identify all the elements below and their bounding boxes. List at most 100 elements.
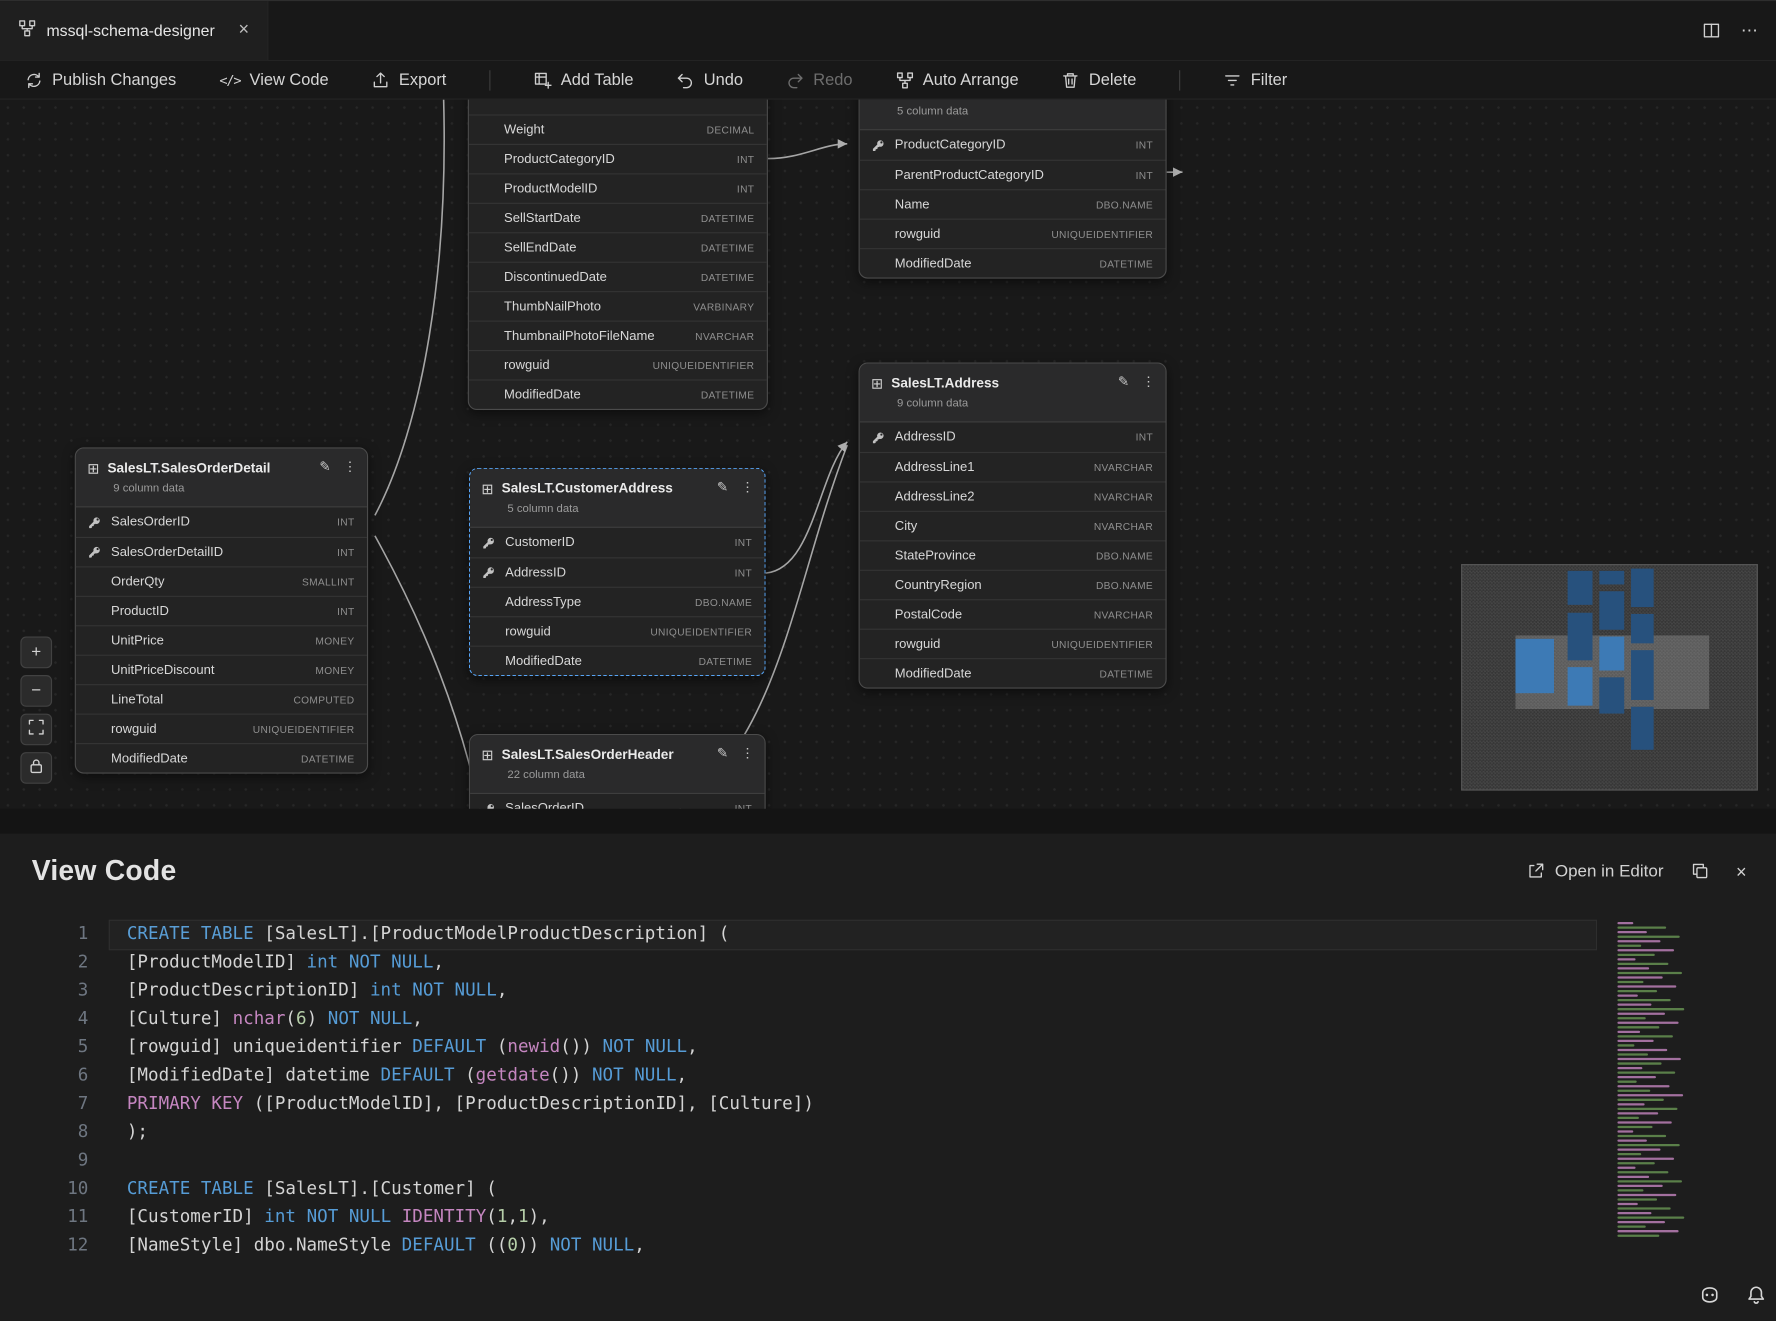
- open-in-editor-button[interactable]: Open in Editor: [1527, 861, 1664, 880]
- lock-canvas-button[interactable]: [20, 752, 52, 784]
- fit-view-button[interactable]: [20, 714, 52, 746]
- code-line[interactable]: 8);: [0, 1118, 1776, 1146]
- toolbar-button-add-table[interactable]: Add Table: [534, 71, 634, 89]
- edit-table-icon[interactable]: ✎: [717, 479, 728, 495]
- more-actions-icon[interactable]: ⋯: [1741, 20, 1758, 40]
- code-minimap[interactable]: [1613, 920, 1688, 1255]
- code-line[interactable]: 3[ProductDescriptionID] int NOT NULL,: [0, 976, 1776, 1004]
- table-card-sales-order-header[interactable]: ⊞SalesLT.SalesOrderHeader✎⋮22 column dat…: [469, 734, 766, 809]
- table-column-row[interactable]: SalesOrderIDINT: [76, 507, 367, 536]
- toolbar-button-publish-changes[interactable]: Publish Changes: [25, 71, 176, 89]
- table-card-customer-address[interactable]: ⊞SalesLT.CustomerAddress✎⋮5 column dataC…: [469, 468, 766, 676]
- code-line[interactable]: 2[ProductModelID] int NOT NULL,: [0, 948, 1776, 976]
- close-panel-icon[interactable]: ×: [1736, 860, 1747, 882]
- table-column-row[interactable]: ProductCategoryIDINT: [469, 144, 767, 173]
- table-column-row[interactable]: rowguidUNIQUEIDENTIFIER: [860, 219, 1166, 248]
- table-column-row[interactable]: SellStartDateDATETIME: [469, 203, 767, 232]
- code-line[interactable]: 10CREATE TABLE [SalesLT].[Customer] (: [0, 1175, 1776, 1203]
- table-column-row[interactable]: ModifiedDateDATETIME: [860, 658, 1166, 687]
- table-card-product-category[interactable]: ⊞✎⋮5 column dataProductCategoryIDINTPare…: [859, 100, 1167, 279]
- table-column-row[interactable]: SellEndDateDATETIME: [469, 232, 767, 261]
- edit-table-icon[interactable]: ✎: [319, 459, 330, 475]
- copilot-icon[interactable]: [1699, 1284, 1721, 1306]
- table-title: SalesLT.SalesOrderDetail: [107, 460, 270, 476]
- table-column-row[interactable]: AddressLine1NVARCHAR: [860, 452, 1166, 481]
- tab-mssql-schema-designer[interactable]: mssql-schema-designer ×: [0, 1, 268, 60]
- table-card-sales-order-detail[interactable]: ⊞SalesLT.SalesOrderDetail✎⋮9 column data…: [75, 447, 368, 773]
- column-name: AddressID: [505, 566, 734, 580]
- table-column-row[interactable]: OrderQtySMALLINT: [76, 566, 367, 595]
- table-menu-icon[interactable]: ⋮: [1142, 374, 1156, 390]
- table-column-row[interactable]: ProductIDINT: [76, 596, 367, 625]
- code-minimap-line: [1617, 1040, 1653, 1042]
- panel-sash[interactable]: [0, 809, 1776, 834]
- table-menu-icon[interactable]: ⋮: [741, 479, 755, 495]
- code-line[interactable]: 7PRIMARY KEY ([ProductModelID], [Product…: [0, 1090, 1776, 1118]
- table-column-row[interactable]: AddressIDINT: [470, 557, 764, 586]
- code-line[interactable]: 4[Culture] nchar(6) NOT NULL,: [0, 1005, 1776, 1033]
- minimap[interactable]: [1461, 564, 1758, 791]
- table-column-row[interactable]: ModifiedDateDATETIME: [469, 379, 767, 408]
- zoom-out-button[interactable]: −: [20, 675, 52, 707]
- zoom-in-button[interactable]: +: [20, 637, 52, 669]
- table-column-row[interactable]: ProductCategoryIDINT: [860, 130, 1166, 159]
- table-column-row[interactable]: ModifiedDateDATETIME: [470, 646, 764, 675]
- table-column-row[interactable]: AddressIDINT: [860, 422, 1166, 451]
- table-column-row[interactable]: ParentProductCategoryIDINT: [860, 160, 1166, 189]
- table-column-row[interactable]: CountryRegionDBO.NAME: [860, 570, 1166, 599]
- code-line[interactable]: 9: [0, 1146, 1776, 1174]
- table-column-row[interactable]: ThumbNailPhotoVARBINARY: [469, 291, 767, 320]
- table-column-row[interactable]: SalesOrderDetailIDINT: [76, 537, 367, 566]
- table-card-product[interactable]: WeightDECIMALProductCategoryIDINTProduct…: [468, 100, 768, 410]
- table-menu-icon[interactable]: ⋮: [343, 459, 357, 475]
- code-line[interactable]: 6[ModifiedDate] datetime DEFAULT (getdat…: [0, 1061, 1776, 1089]
- table-column-row[interactable]: ModifiedDateDATETIME: [860, 248, 1166, 277]
- table-column-row[interactable]: rowguidUNIQUEIDENTIFIER: [469, 350, 767, 379]
- table-column-row[interactable]: rowguidUNIQUEIDENTIFIER: [470, 616, 764, 645]
- table-column-row[interactable]: ModifiedDateDATETIME: [76, 743, 367, 772]
- table-column-row[interactable]: AddressTypeDBO.NAME: [470, 587, 764, 616]
- table-column-row[interactable]: ThumbnailPhotoFileNameNVARCHAR: [469, 321, 767, 350]
- table-column-row[interactable]: WeightDECIMAL: [469, 114, 767, 143]
- code-line[interactable]: 1CREATE TABLE [SalesLT].[ProductModelPro…: [0, 920, 1776, 948]
- tab-close-icon[interactable]: ×: [239, 22, 250, 40]
- table-column-row[interactable]: CustomerIDINT: [470, 528, 764, 557]
- table-column-row[interactable]: AddressLine2NVARCHAR: [860, 481, 1166, 510]
- table-column-row[interactable]: StateProvinceDBO.NAME: [860, 540, 1166, 569]
- table-icon: ⊞: [87, 460, 99, 475]
- table-menu-icon[interactable]: ⋮: [741, 745, 755, 761]
- toolbar-button-export[interactable]: Export: [372, 71, 447, 89]
- code-editor[interactable]: 1CREATE TABLE [SalesLT].[ProductModelPro…: [0, 897, 1776, 1259]
- code-line[interactable]: 5[rowguid] uniqueidentifier DEFAULT (new…: [0, 1033, 1776, 1061]
- table-column-row[interactable]: DiscontinuedDateDATETIME: [469, 262, 767, 291]
- toolbar-button-view-code[interactable]: </>View Code: [219, 71, 328, 89]
- code-line[interactable]: 12[NameStyle] dbo.NameStyle DEFAULT ((0)…: [0, 1231, 1776, 1259]
- table-card-address[interactable]: ⊞SalesLT.Address✎⋮9 column dataAddressID…: [859, 362, 1167, 688]
- toolbar-button-auto-arrange[interactable]: Auto Arrange: [896, 71, 1019, 89]
- column-name: UnitPriceDiscount: [111, 663, 315, 677]
- table-column-row[interactable]: UnitPriceDiscountMONEY: [76, 655, 367, 684]
- code-line[interactable]: 11[CustomerID] int NOT NULL IDENTITY(1,1…: [0, 1203, 1776, 1231]
- toolbar-button-redo[interactable]: Redo: [786, 71, 852, 89]
- edit-table-icon[interactable]: ✎: [1118, 374, 1129, 390]
- copy-icon[interactable]: [1691, 862, 1709, 880]
- table-column-row[interactable]: rowguidUNIQUEIDENTIFIER: [76, 714, 367, 743]
- edit-table-icon[interactable]: ✎: [717, 745, 728, 761]
- table-column-row[interactable]: PostalCodeNVARCHAR: [860, 599, 1166, 628]
- table-column-row[interactable]: LineTotalCOMPUTED: [76, 684, 367, 713]
- table-column-row[interactable]: UnitPriceMONEY: [76, 625, 367, 654]
- code-minimap-line: [1617, 1094, 1683, 1096]
- diagram-canvas[interactable]: WeightDECIMALProductCategoryIDINTProduct…: [0, 100, 1776, 809]
- bell-icon[interactable]: [1745, 1284, 1767, 1306]
- table-column-row[interactable]: ProductModelIDINT: [469, 173, 767, 202]
- toolbar-button-delete[interactable]: Delete: [1062, 71, 1137, 89]
- table-column-row[interactable]: NameDBO.NAME: [860, 189, 1166, 218]
- table-column-row[interactable]: rowguidUNIQUEIDENTIFIER: [860, 629, 1166, 658]
- toolbar-button-undo[interactable]: Undo: [677, 71, 743, 89]
- table-card-header: ⊞SalesLT.SalesOrderDetail✎⋮9 column data: [76, 449, 367, 508]
- toolbar-button-filter[interactable]: Filter: [1224, 71, 1288, 89]
- table-column-row[interactable]: CityNVARCHAR: [860, 511, 1166, 540]
- split-editor-icon[interactable]: [1702, 22, 1720, 40]
- column-name: UnitPrice: [111, 634, 315, 648]
- table-column-row[interactable]: SalesOrderIDINT: [470, 794, 764, 809]
